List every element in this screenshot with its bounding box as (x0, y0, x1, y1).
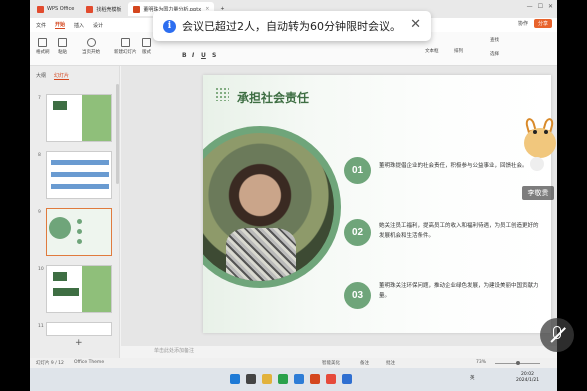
italic-button[interactable]: I (192, 52, 194, 59)
strikethrough-button[interactable]: S (212, 52, 216, 59)
new-slide-button[interactable]: 新建幻灯片 (114, 38, 137, 55)
slide-thumbnail-pane: 大纲 幻灯片 7 8 9 10 11 + (30, 66, 120, 358)
notes-button[interactable]: 备注 (360, 360, 369, 366)
format-painter-button[interactable]: 格式刷 (36, 38, 50, 55)
mute-microphone-button[interactable] (540, 318, 574, 352)
add-slide-button[interactable]: + (75, 338, 83, 348)
zoom-slider-knob[interactable] (516, 361, 520, 365)
layout-icon (142, 38, 151, 47)
participant-name: 李敬贵 (522, 186, 554, 200)
slide-number: 7 (38, 96, 41, 101)
item-number-badge: 02 (344, 219, 371, 246)
play-icon (86, 38, 96, 47)
new-slide-icon (120, 38, 130, 47)
tab-label: 找稻壳模板 (96, 6, 122, 13)
comments-button[interactable]: 批注 (386, 360, 395, 366)
task-view-icon[interactable] (246, 374, 256, 384)
slide-number: 8 (38, 153, 41, 158)
tab-outline[interactable]: 大纲 (36, 72, 46, 80)
arrange-button[interactable]: 排列 (454, 48, 463, 54)
app-icon[interactable] (278, 374, 288, 384)
slide-indicator: 幻灯片 9 / 12 (36, 361, 64, 366)
slide-canvas: 承担社会责任 01 董明珠提倡企业的社会责任，积极参与公益事业，回馈社会。 02… (121, 66, 557, 346)
theme-name: Office Theme (74, 360, 105, 365)
slide-thumbnail-7[interactable] (46, 94, 112, 142)
underline-button[interactable]: U (201, 52, 206, 59)
slide-number: 9 (38, 210, 41, 215)
tab-label: WPS Office (47, 6, 75, 12)
wps-presentation-window: WPS Office 找稻壳模板 董明珠为国力量分析.pptx × + — ☐ … (30, 0, 557, 391)
menu-start[interactable]: 开始 (55, 21, 66, 29)
menu-insert[interactable]: 插入 (74, 22, 84, 29)
select-button[interactable]: 选择 (490, 51, 499, 57)
collab-button[interactable]: 协作 (518, 20, 528, 27)
microphone-status-icon (530, 157, 544, 171)
windows-taskbar: 英 20:02 2024/1/21 (30, 368, 557, 391)
current-slide[interactable]: 承担社会责任 01 董明珠提倡企业的社会责任，积极参与公益事业，回馈社会。 02… (203, 75, 551, 333)
find-button[interactable]: 查找 (490, 37, 499, 43)
slide-title: 承担社会责任 (237, 91, 310, 105)
maximize-button[interactable]: ☐ (538, 3, 543, 10)
slide-thumbnail-9-selected[interactable] (46, 208, 112, 256)
thumbnail-scrollbar[interactable] (116, 84, 119, 184)
slide-thumbnail-8[interactable] (46, 151, 112, 199)
dot-pattern-decoration (215, 87, 229, 101)
file-explorer-icon[interactable] (262, 374, 272, 384)
item-text: 董明珠关注环保问题，推动企业绿色发展，为建设美丽中国贡献力量。 (379, 283, 539, 299)
meeting-notification-toast: i 会议已超过2人，自动转为60分钟限时会议。 ✕ (153, 11, 431, 41)
minimize-button[interactable]: — (527, 3, 533, 10)
slide-number: 10 (38, 267, 44, 272)
slide-thumbnail-10[interactable] (46, 265, 112, 313)
system-clock[interactable]: 20:02 2024/1/21 (516, 372, 539, 384)
item-text: 董明珠提倡企业的社会责任，积极参与公益事业，回馈社会。 (379, 163, 528, 169)
close-toast-button[interactable]: ✕ (410, 17, 421, 32)
paste-button[interactable]: 粘贴 (58, 38, 67, 55)
start-menu-icon[interactable] (230, 374, 240, 384)
wps-taskbar-icon[interactable] (310, 374, 320, 384)
browser-icon[interactable] (294, 374, 304, 384)
app-icon[interactable] (326, 374, 336, 384)
template-icon (86, 5, 94, 13)
tab-slides[interactable]: 幻灯片 (54, 72, 70, 80)
brush-icon (38, 38, 48, 47)
toast-message: 会议已超过2人，自动转为60分钟限时会议。 (182, 20, 401, 33)
tab-template[interactable]: 找稻壳模板 (81, 2, 126, 16)
menu-file[interactable]: 文件 (36, 22, 46, 29)
layout-button[interactable]: 版式 (142, 38, 151, 55)
slide-number: 11 (38, 324, 44, 329)
menu-design[interactable]: 设计 (93, 22, 103, 29)
input-language[interactable]: 英 (470, 376, 475, 382)
smart-beautify-button[interactable]: 智能美化 (322, 360, 340, 366)
bold-button[interactable]: B (182, 52, 187, 59)
tab-wps-office[interactable]: WPS Office (32, 2, 79, 16)
pptx-icon (133, 5, 141, 13)
slide-thumbnail-11[interactable] (46, 322, 112, 336)
item-text: 她关注员工福利，提高员工的收入和福利待遇，为员工创造更好的发展机会和生活条件。 (379, 223, 539, 239)
item-number-badge: 01 (344, 157, 371, 184)
share-button[interactable]: 分享 (533, 19, 552, 28)
close-window-button[interactable]: ✕ (548, 3, 553, 10)
paste-icon (58, 38, 67, 47)
wps-logo-icon (37, 5, 44, 13)
text-box-button[interactable]: 文本框 (425, 48, 439, 54)
play-from-current-button[interactable]: 当页开始 (82, 38, 100, 55)
meeting-app-icon[interactable] (342, 374, 352, 384)
notes-placeholder[interactable]: 单击此处添加备注 (154, 347, 194, 354)
left-black-border (0, 0, 30, 391)
status-bar: 幻灯片 9 / 12 Office Theme 智能美化 备注 批注 73% (30, 358, 557, 368)
info-icon: i (163, 19, 176, 33)
zoom-level: 73% (476, 360, 487, 365)
item-number-badge: 03 (344, 282, 371, 309)
